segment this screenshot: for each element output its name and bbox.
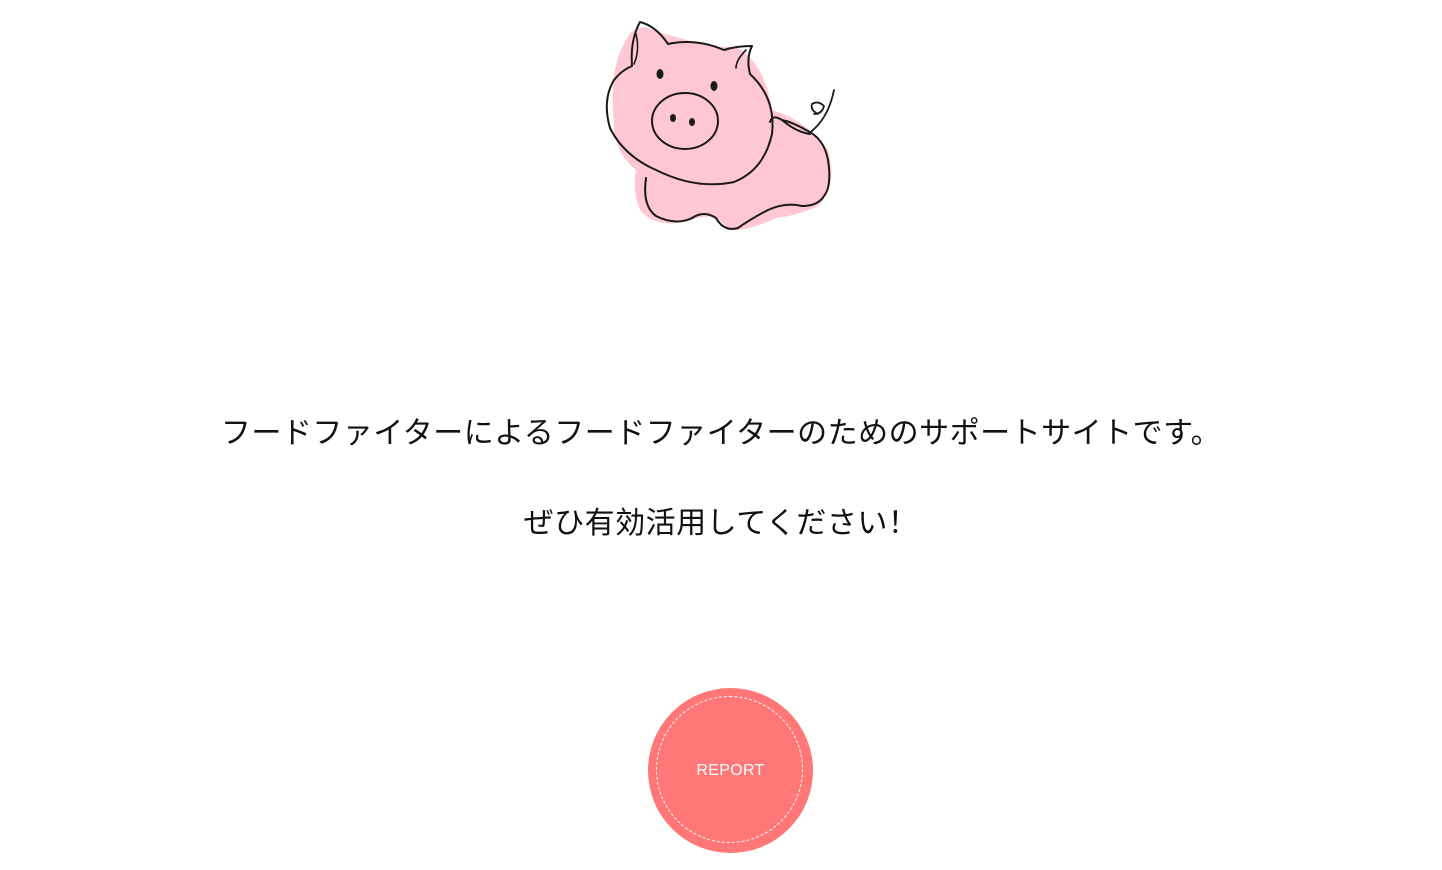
report-button[interactable]: REPORT <box>648 688 813 853</box>
call-to-action-text: ぜひ有効活用してください！ <box>523 506 919 541</box>
pig-icon <box>596 10 852 240</box>
intro-text: フードファイターによるフードファイターのためのサポートサイトです。 <box>220 416 1222 451</box>
report-button-label: REPORT <box>696 761 765 779</box>
